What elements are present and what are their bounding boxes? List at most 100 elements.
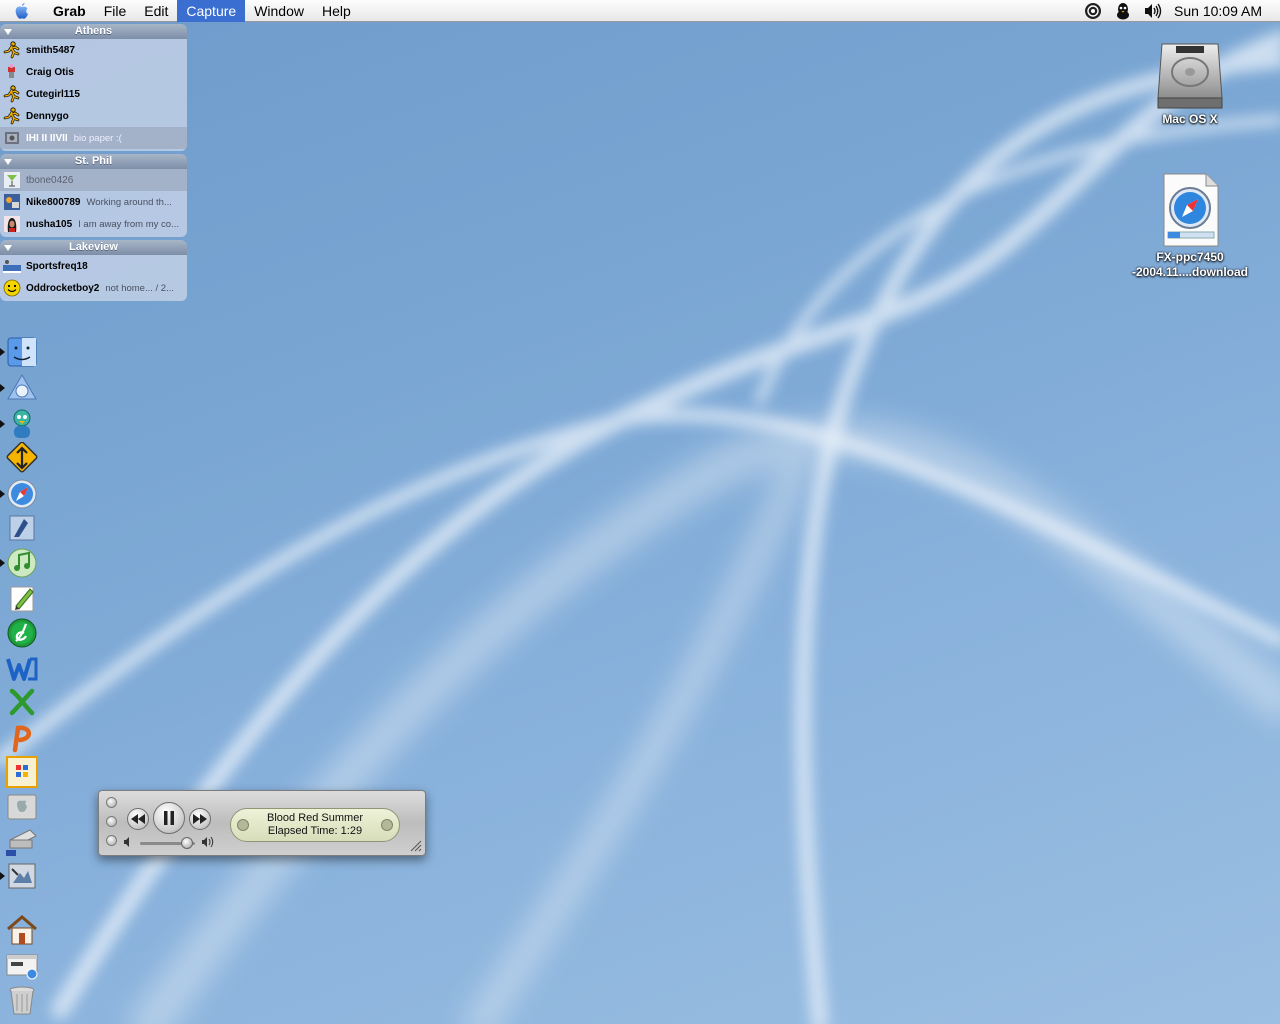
buddy-status: bio paper :( bbox=[73, 132, 122, 144]
desktop-icon-label: FX-ppc7450 bbox=[1156, 250, 1224, 264]
group-name: Athens bbox=[74, 25, 113, 37]
group-name: Lakeview bbox=[69, 241, 118, 253]
office-setup-icon[interactable] bbox=[4, 755, 40, 789]
menu-app-name[interactable]: Grab bbox=[44, 0, 95, 22]
previous-button[interactable] bbox=[127, 808, 149, 830]
ichat-icon[interactable] bbox=[0, 371, 40, 405]
desktop-icon-mac-os-x[interactable]: Mac OS X bbox=[1115, 36, 1265, 127]
buddy-pic-icon bbox=[3, 260, 21, 273]
group-athens: smith5487 Craig Otis Cutegirl115 Dennygo… bbox=[0, 39, 187, 151]
buddy-name: tbone0426 bbox=[26, 174, 74, 186]
desktop-icon-label: Mac OS X bbox=[1162, 112, 1218, 126]
volume-low-icon bbox=[124, 837, 129, 847]
display-play-icon[interactable] bbox=[237, 819, 249, 831]
menu-window[interactable]: Window bbox=[245, 0, 313, 22]
buddy-row[interactable]: nusha105 I am away from my co... bbox=[0, 213, 187, 235]
word-icon[interactable] bbox=[4, 651, 40, 685]
group-st-phil: tbone0426 Nike800789 Working around th..… bbox=[0, 169, 187, 237]
running-indicator bbox=[0, 559, 5, 567]
finder-icon[interactable] bbox=[0, 335, 40, 369]
itunes-mini-player: Blood Red Summer Elapsed Time: 1:29 bbox=[98, 790, 426, 856]
elapsed-time: Elapsed Time: 1:29 bbox=[267, 825, 363, 837]
disclosure-triangle-icon[interactable] bbox=[4, 245, 12, 251]
grab-icon[interactable] bbox=[0, 859, 40, 893]
menu-capture[interactable]: Capture bbox=[177, 0, 246, 22]
buddy-row[interactable]: Dennygo bbox=[0, 105, 187, 127]
airport-icon[interactable] bbox=[1078, 0, 1108, 22]
track-title: Blood Red Summer bbox=[267, 812, 363, 824]
buddy-row[interactable]: Oddrocketboy2 not home... / 2... bbox=[0, 277, 187, 299]
next-button[interactable] bbox=[189, 808, 211, 830]
menu-file[interactable]: File bbox=[95, 0, 136, 22]
buddy-status: Working around th... bbox=[86, 196, 172, 208]
buddy-name: Dennygo bbox=[26, 110, 69, 122]
menu-bar: Grab File Edit Capture Window Help Sun 1… bbox=[0, 0, 1280, 22]
group-header-athens[interactable]: Athens bbox=[0, 24, 187, 39]
smiley-icon bbox=[3, 279, 21, 297]
volume-icon[interactable] bbox=[1138, 0, 1168, 22]
close-button[interactable] bbox=[106, 797, 117, 808]
dock-separator bbox=[4, 898, 40, 899]
minimized-window-icon[interactable] bbox=[4, 948, 40, 982]
dreamweaver-icon[interactable] bbox=[4, 616, 40, 650]
disclosure-triangle-icon[interactable] bbox=[4, 159, 12, 165]
buddy-status: I am away from my co... bbox=[78, 218, 179, 230]
adium-icon[interactable] bbox=[0, 407, 40, 441]
buddy-row[interactable]: IHI II IIVII bio paper :( bbox=[0, 127, 187, 149]
pause-button[interactable] bbox=[153, 802, 185, 834]
buddy-name: Nike800789 bbox=[26, 196, 81, 208]
menu-clock[interactable]: Sun 10:09 AM bbox=[1168, 3, 1280, 19]
group-lakeview: Sportsfreq18 Oddrocketboy2 not home... /… bbox=[0, 255, 187, 301]
aim-icon[interactable] bbox=[1108, 0, 1138, 22]
buddy-name: Sportsfreq18 bbox=[26, 260, 88, 272]
minimize-button[interactable] bbox=[106, 816, 117, 827]
mail-icon[interactable] bbox=[4, 511, 40, 545]
powerpoint-icon[interactable] bbox=[4, 720, 40, 754]
buddy-pic-icon bbox=[4, 194, 20, 210]
pause-icon bbox=[164, 811, 174, 825]
group-header-lakeview[interactable]: Lakeview bbox=[0, 240, 187, 255]
buddy-row[interactable]: Nike800789 Working around th... bbox=[0, 191, 187, 213]
buddy-row[interactable]: Sportsfreq18 bbox=[0, 255, 187, 277]
buddy-name: Craig Otis bbox=[26, 66, 74, 78]
apple-icon[interactable] bbox=[0, 0, 44, 22]
desktop-wallpaper bbox=[0, 31, 1280, 1024]
menu-edit[interactable]: Edit bbox=[135, 0, 177, 22]
pencil-app-icon[interactable] bbox=[4, 581, 40, 615]
group-header-st-phil[interactable]: St. Phil bbox=[0, 154, 187, 169]
transmit-icon[interactable] bbox=[4, 441, 40, 476]
disclosure-triangle-icon[interactable] bbox=[4, 29, 12, 35]
excel-icon[interactable] bbox=[4, 685, 40, 719]
home-folder-icon[interactable] bbox=[4, 913, 40, 947]
buddy-row[interactable]: tbone0426 bbox=[0, 169, 187, 191]
display-toggle-icon[interactable] bbox=[381, 819, 393, 831]
volume-high-icon bbox=[202, 836, 214, 848]
buddy-row[interactable]: smith5487 bbox=[0, 39, 187, 61]
safari-icon[interactable] bbox=[0, 477, 40, 511]
menu-help[interactable]: Help bbox=[313, 0, 360, 22]
group-name: St. Phil bbox=[74, 155, 113, 167]
buddy-name: smith5487 bbox=[26, 44, 75, 56]
resize-handle-icon[interactable] bbox=[410, 840, 422, 852]
buddy-row[interactable]: Craig Otis bbox=[0, 61, 187, 83]
printer-icon[interactable] bbox=[4, 824, 40, 858]
fast-forward-icon bbox=[193, 814, 207, 824]
running-indicator bbox=[0, 348, 5, 356]
volume-knob[interactable] bbox=[180, 837, 193, 849]
hard-drive-icon bbox=[1157, 43, 1223, 109]
desktop-icon-download[interactable]: FX-ppc7450 -2004.11....download bbox=[1115, 170, 1265, 280]
buddy-pic-icon bbox=[8, 64, 15, 78]
buddy-list-window: Athens smith5487 Craig Otis Cutegirl115 … bbox=[0, 24, 187, 304]
buddy-status: not home... / 2... bbox=[105, 282, 175, 294]
rewind-icon bbox=[131, 814, 145, 824]
running-indicator bbox=[0, 384, 5, 392]
zoom-button[interactable] bbox=[106, 835, 117, 846]
buddy-row[interactable]: Cutegirl115 bbox=[0, 83, 187, 105]
trash-icon[interactable] bbox=[4, 983, 40, 1017]
track-display[interactable]: Blood Red Summer Elapsed Time: 1:29 bbox=[230, 808, 400, 842]
itunes-icon[interactable] bbox=[0, 546, 40, 580]
system-preferences-icon[interactable] bbox=[4, 790, 40, 824]
buddy-name: IHI II IIVII bbox=[26, 132, 68, 144]
safari-download-icon bbox=[1163, 173, 1219, 247]
buddy-name: nusha105 bbox=[26, 218, 73, 230]
